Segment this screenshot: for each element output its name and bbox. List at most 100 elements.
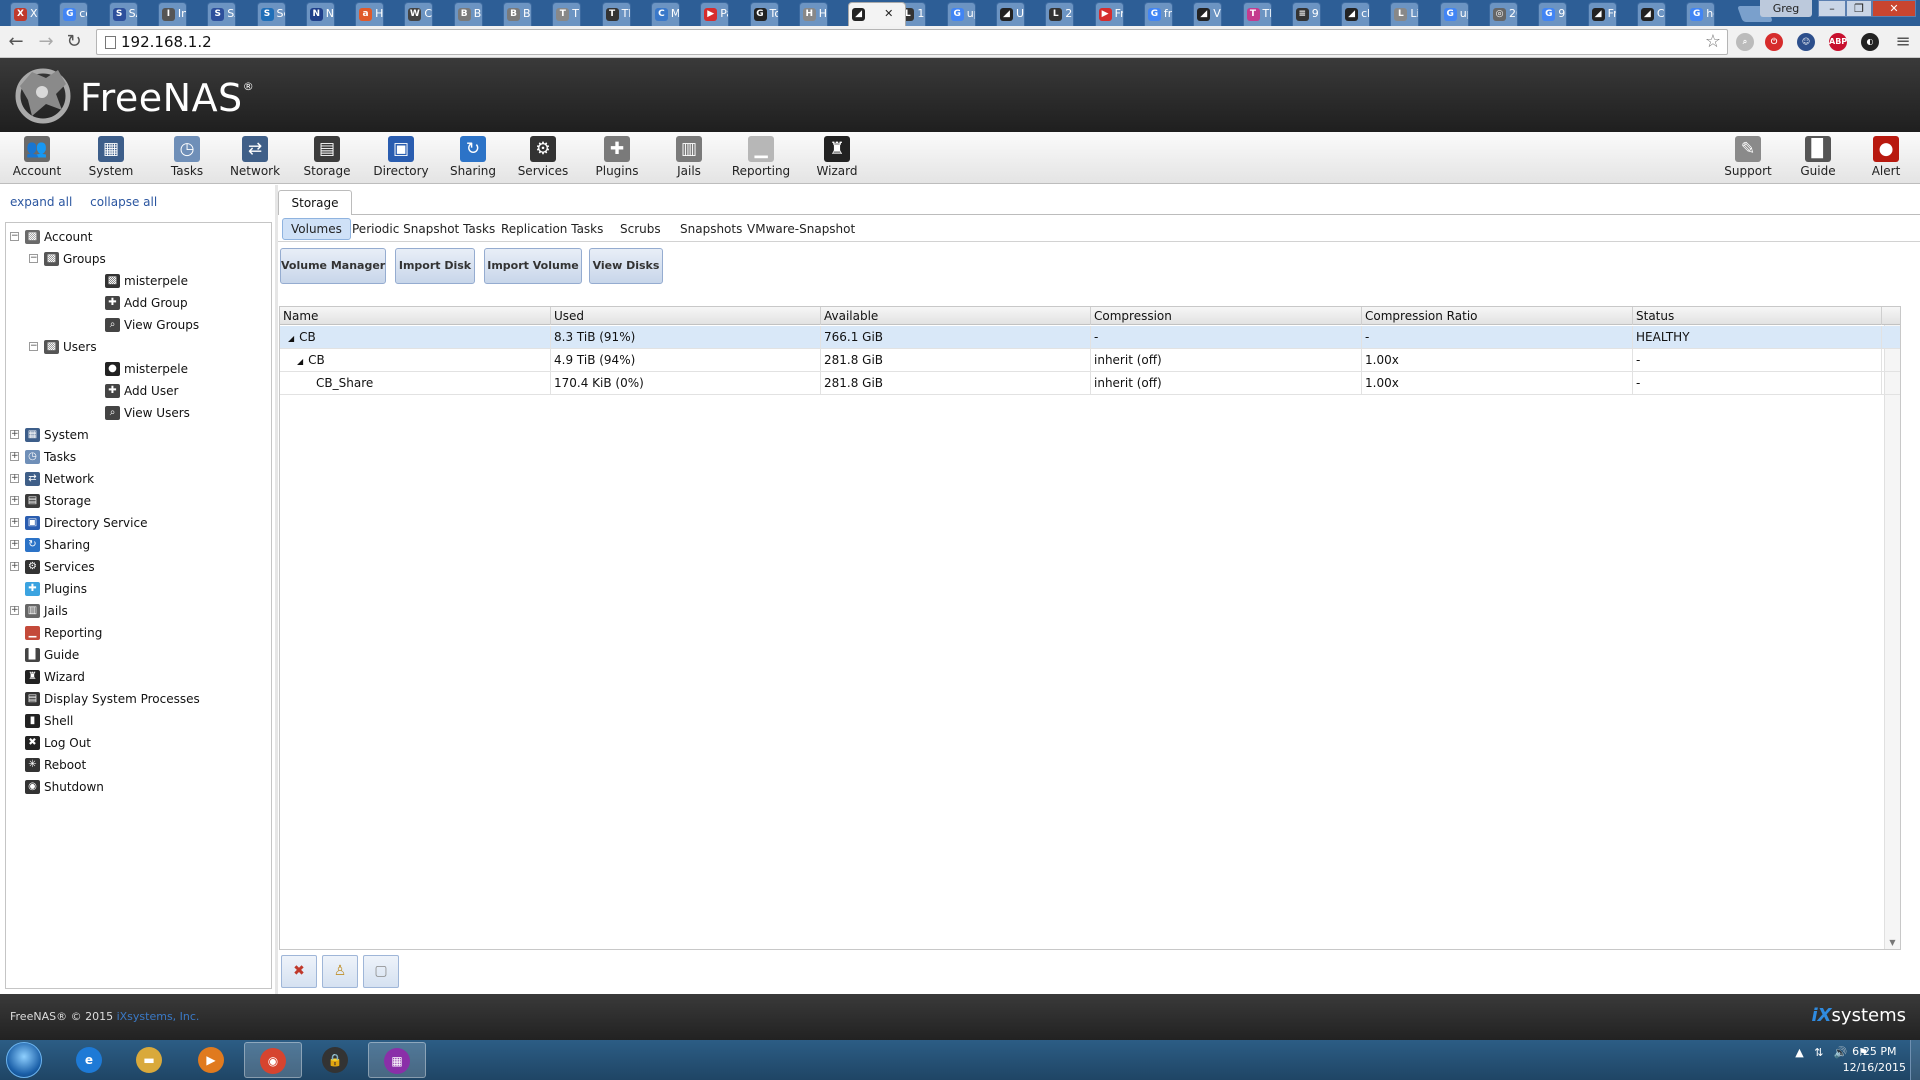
topmenu-wizard[interactable]: ♜ Wizard: [808, 136, 866, 182]
reload-icon[interactable]: ↻: [62, 30, 86, 54]
taskbar-clock[interactable]: 6:25 PM 12/16/2015: [1843, 1044, 1906, 1076]
media-player-app[interactable]: ▶: [182, 1042, 240, 1078]
subtab-periodic-snapshot-tasks[interactable]: Periodic Snapshot Tasks: [352, 218, 495, 240]
browser-tab[interactable]: SSe: [256, 2, 286, 26]
tree-item-groups[interactable]: − ▩ Groups: [29, 249, 266, 269]
browser-tab[interactable]: ◎20: [1489, 2, 1518, 26]
file-explorer-app[interactable]: ▬: [120, 1042, 178, 1078]
tree-item-plugins[interactable]: ✚ Plugins: [10, 579, 266, 599]
topmenu-plugins[interactable]: ✚ Plugins: [588, 136, 646, 182]
browser-tab[interactable]: TTh: [1242, 2, 1272, 26]
tree-item-view-users[interactable]: ⌕ View Users: [48, 403, 266, 423]
import-disk-button[interactable]: Import Disk: [395, 248, 475, 284]
column-header-name[interactable]: Name: [280, 307, 551, 325]
browser-tab[interactable]: ◢Vc: [1193, 2, 1223, 26]
restore-button[interactable]: ❐: [1846, 0, 1872, 17]
browser-tab[interactable]: Gup: [1439, 2, 1469, 26]
column-header-compression-ratio[interactable]: Compression Ratio: [1362, 307, 1633, 325]
expand-icon[interactable]: +: [10, 562, 19, 571]
collapse-all-link[interactable]: collapse all: [90, 195, 157, 209]
topmenu-alert[interactable]: ● Alert: [1856, 136, 1916, 182]
network-tray-icon[interactable]: ⇅: [1814, 1046, 1823, 1059]
tree-item-display-system-processes[interactable]: ▤ Display System Processes: [10, 689, 266, 709]
expand-icon[interactable]: +: [10, 518, 19, 527]
browser-tab[interactable]: Gco: [59, 2, 89, 26]
browser-tab[interactable]: aHc: [355, 2, 385, 26]
column-header-used[interactable]: Used: [551, 307, 821, 325]
internet-explorer-app[interactable]: e: [60, 1042, 118, 1078]
forward-icon[interactable]: →: [34, 30, 58, 54]
adblock-icon[interactable]: ABP: [1829, 33, 1847, 51]
tree-item-misterpele[interactable]: ▩ misterpele: [48, 271, 266, 291]
browser-tab[interactable]: XXF: [10, 2, 39, 26]
extension-dark-icon[interactable]: ◐: [1861, 33, 1879, 51]
collapse-icon[interactable]: −: [29, 254, 38, 263]
topmenu-storage[interactable]: ▤ Storage: [298, 136, 356, 182]
topmenu-reporting[interactable]: ▁ Reporting: [726, 136, 796, 182]
tree-item-add-user[interactable]: ✚ Add User: [48, 381, 266, 401]
tree-item-wizard[interactable]: ♜ Wizard: [10, 667, 266, 687]
browser-tab[interactable]: Gho: [1686, 2, 1716, 26]
browser-tab[interactable]: CM: [650, 2, 680, 26]
extension-search-icon[interactable]: ⌕: [1736, 33, 1754, 51]
table-row[interactable]: ◢ CB 4.9 TiB (94%) 281.8 GiB inherit (off) 1.…: [280, 349, 1900, 372]
tree-item-log-out[interactable]: ✖ Log Out: [10, 733, 266, 753]
subtab-replication-tasks[interactable]: Replication Tasks: [501, 218, 603, 240]
table-row[interactable]: ◢ CB 8.3 TiB (91%) 766.1 GiB - - HEALTHY: [280, 326, 1900, 349]
browser-tab[interactable]: L2.: [1045, 2, 1075, 26]
tree-item-misterpele[interactable]: ● misterpele: [48, 359, 266, 379]
column-header-compression[interactable]: Compression: [1091, 307, 1362, 325]
topmenu-directory[interactable]: ▣ Directory: [372, 136, 430, 182]
topmenu-system[interactable]: ▦ System: [82, 136, 140, 182]
expand-icon[interactable]: +: [10, 540, 19, 549]
tab-storage[interactable]: Storage: [278, 190, 352, 215]
show-desktop-button[interactable]: [1910, 1040, 1920, 1080]
browser-tab[interactable]: LLiv: [1390, 2, 1420, 26]
tree-item-add-group[interactable]: ✚ Add Group: [48, 293, 266, 313]
back-icon[interactable]: ←: [4, 30, 28, 54]
browser-tab[interactable]: SSA: [207, 2, 237, 26]
row-expander-icon[interactable]: ◢: [288, 334, 294, 343]
browser-tab[interactable]: ◢Cr: [1636, 2, 1666, 26]
tree-item-tasks[interactable]: + ◷ Tasks: [10, 447, 266, 467]
column-header-status[interactable]: Status: [1633, 307, 1882, 325]
browser-tab[interactable]: Gfre: [1143, 2, 1173, 26]
tree-item-system[interactable]: + ▦ System: [10, 425, 266, 445]
browser-tab[interactable]: ◢Up: [996, 2, 1025, 26]
topmenu-guide[interactable]: ▉ Guide: [1788, 136, 1848, 182]
browser-tab[interactable]: ▶Fr: [1094, 2, 1124, 26]
browser-tab[interactable]: WCr: [404, 2, 434, 26]
topmenu-services[interactable]: ⚙ Services: [514, 136, 572, 182]
grid-scrollbar[interactable]: ▲▼: [1884, 325, 1900, 949]
start-button[interactable]: [6, 1042, 42, 1078]
topmenu-sharing[interactable]: ↻ Sharing: [444, 136, 502, 182]
volume-manager-button[interactable]: Volume Manager: [280, 248, 386, 284]
scrub-volume-button[interactable]: ♙: [322, 955, 358, 988]
tree-item-storage[interactable]: + ▤ Storage: [10, 491, 266, 511]
address-bar[interactable]: 192.168.1.2 ☆: [96, 29, 1728, 55]
browser-tab[interactable]: GTo: [749, 2, 779, 26]
browser-tab[interactable]: ≡91: [1291, 2, 1321, 26]
expand-icon[interactable]: +: [10, 496, 19, 505]
column-header-available[interactable]: Available: [821, 307, 1091, 325]
volume-status-button[interactable]: ▢: [363, 955, 399, 988]
browser-tab[interactable]: SSA: [108, 2, 138, 26]
browser-tab[interactable]: G9.3: [1538, 2, 1568, 26]
collapse-icon[interactable]: −: [10, 232, 19, 241]
subtab-vmware-snapshot[interactable]: VMware-Snapshot: [747, 218, 855, 240]
menu-icon[interactable]: ≡: [1891, 30, 1915, 54]
expand-icon[interactable]: +: [10, 606, 19, 615]
subtab-snapshots[interactable]: Snapshots: [680, 218, 742, 240]
view-disks-button[interactable]: View Disks: [589, 248, 663, 284]
tray-arrow-icon[interactable]: ▲: [1795, 1046, 1803, 1059]
tree-item-account[interactable]: − ▩ Account: [10, 227, 266, 247]
import-volume-button[interactable]: Import Volume: [484, 248, 582, 284]
topmenu-tasks[interactable]: ◷ Tasks: [158, 136, 216, 182]
browser-tab[interactable]: NNV: [305, 2, 335, 26]
detach-volume-button[interactable]: ✖: [281, 955, 317, 988]
tree-item-jails[interactable]: + ▥ Jails: [10, 601, 266, 621]
url-text[interactable]: 192.168.1.2: [121, 33, 212, 51]
browser-tab[interactable]: BBa: [503, 2, 532, 26]
tree-item-shell[interactable]: ▮ Shell: [10, 711, 266, 731]
browser-tab[interactable]: TTh: [601, 2, 631, 26]
